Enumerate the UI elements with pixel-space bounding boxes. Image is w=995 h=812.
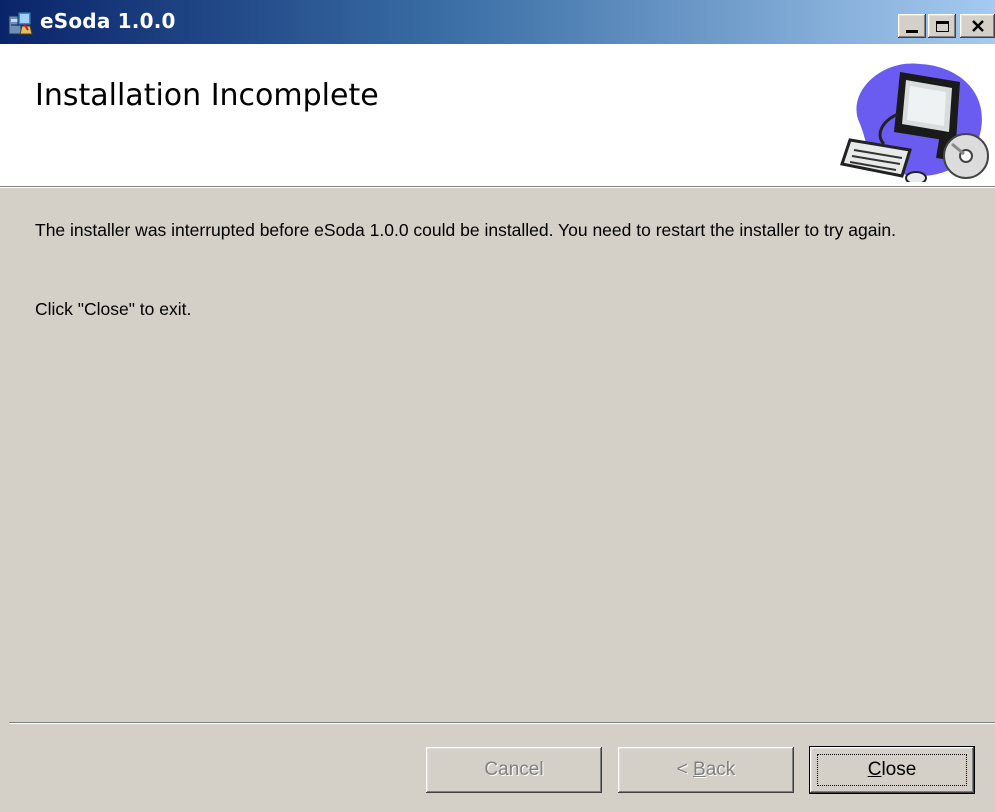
close-button[interactable]: Close <box>810 747 974 793</box>
maximize-button[interactable] <box>928 14 956 38</box>
footer-separator <box>9 722 995 724</box>
header-banner: Installation Incomplete <box>0 44 995 186</box>
minimize-icon <box>906 29 918 33</box>
exit-instruction: Click "Close" to exit. <box>35 299 192 319</box>
installer-app-icon <box>8 11 33 35</box>
cancel-button[interactable]: Cancel <box>426 747 602 793</box>
back-button-label: < Back <box>676 759 736 780</box>
back-button[interactable]: < Back <box>618 747 794 793</box>
close-window-button[interactable] <box>960 14 995 38</box>
cancel-button-label: Cancel <box>484 759 544 780</box>
title-bar[interactable]: eSoda 1.0.0 <box>0 0 995 44</box>
minimize-button[interactable] <box>898 14 926 38</box>
window-title: eSoda 1.0.0 <box>40 9 176 33</box>
page-title: Installation Incomplete <box>35 78 379 113</box>
close-button-label: Close <box>816 754 968 786</box>
close-icon <box>971 20 984 32</box>
content-area: The installer was interrupted before eSo… <box>0 188 995 722</box>
maximize-icon <box>935 20 949 32</box>
computer-with-cd-icon <box>840 63 989 182</box>
installer-window: eSoda 1.0.0 Installation Incomplete The … <box>0 0 995 812</box>
interrupted-message: The installer was interrupted before eSo… <box>35 220 896 240</box>
